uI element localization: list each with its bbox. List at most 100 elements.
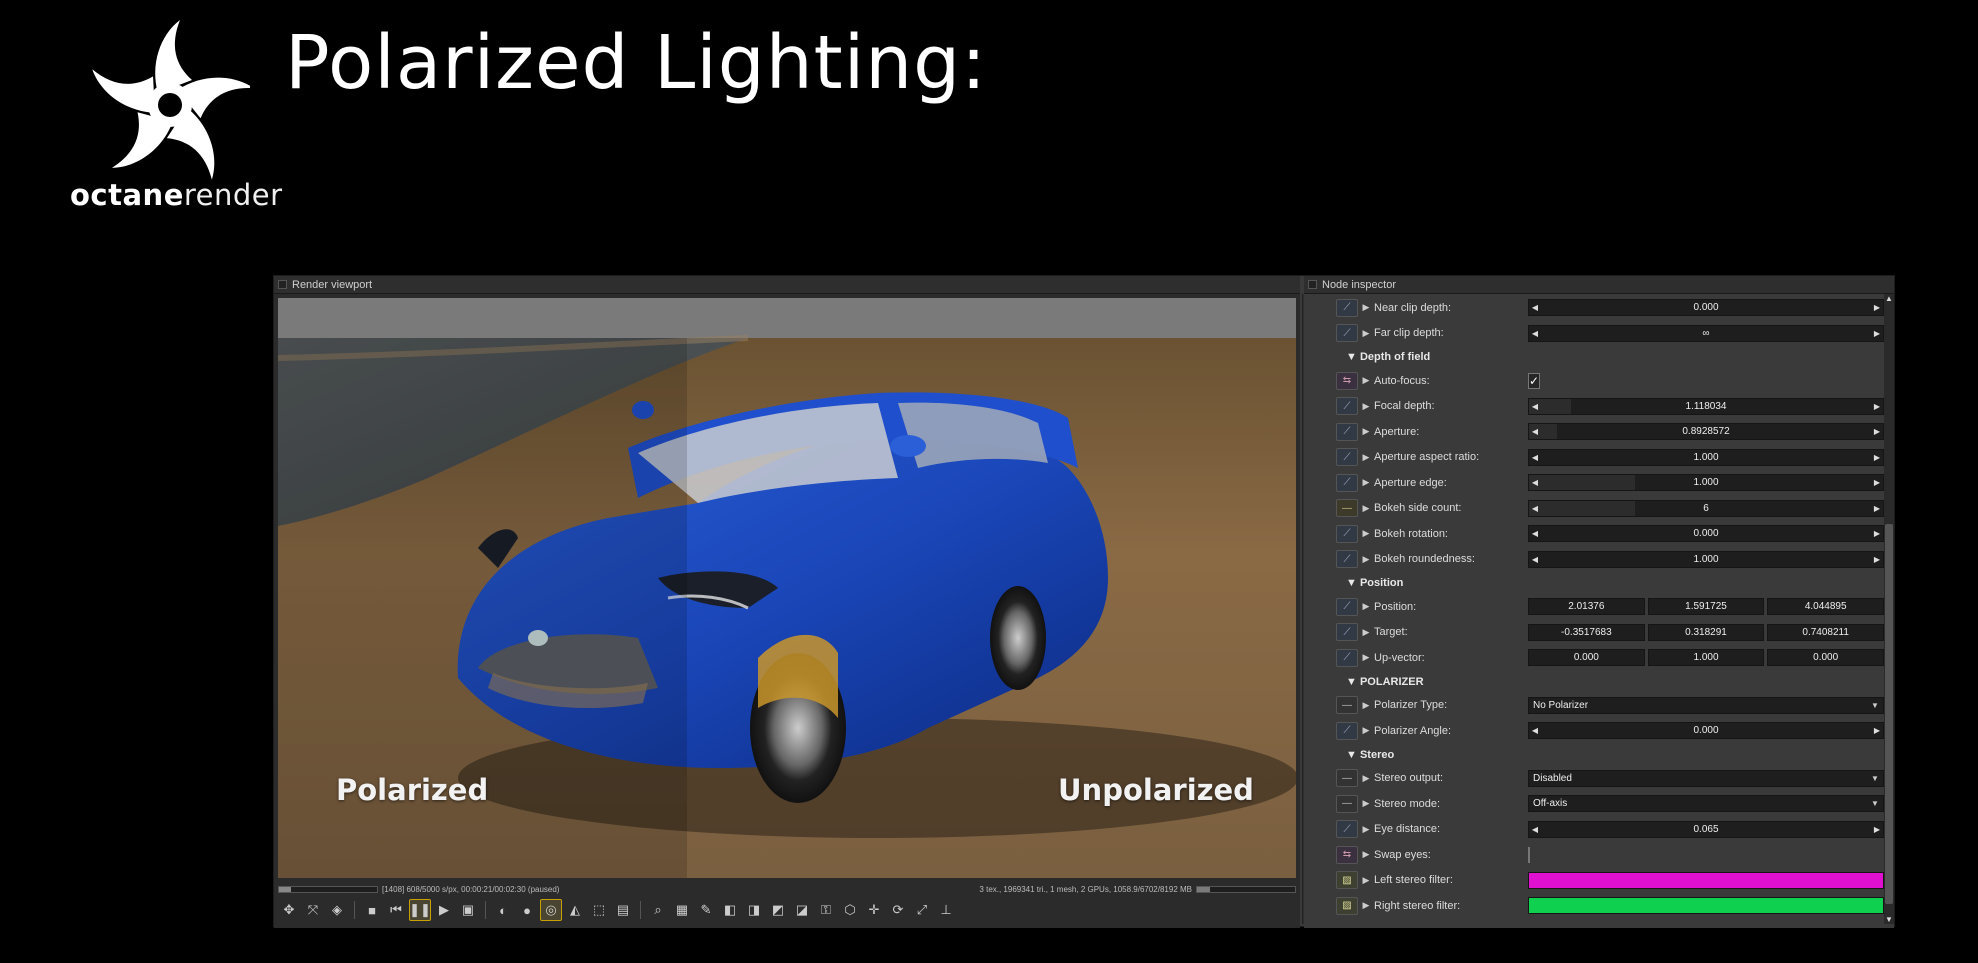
move-gizmo-icon[interactable]: ✛ <box>863 899 885 921</box>
aperture-aspect-ratio-slider[interactable]: ◀ 1.000 ▶ <box>1528 448 1884 466</box>
pause-render-icon[interactable]: ❚❚ <box>409 899 431 921</box>
camera-target-picker-icon[interactable]: ◩ <box>767 899 789 921</box>
expand-arrow-icon[interactable]: ▶ <box>1358 528 1374 539</box>
bokeh-side-count-slider[interactable]: ◀ 6 ▶ <box>1528 499 1884 517</box>
panel-close-box[interactable] <box>1308 280 1317 289</box>
near-clip-depth-slider[interactable]: ◀ 0.000 ▶ <box>1528 299 1884 317</box>
expand-arrow-icon[interactable]: ▶ <box>1358 503 1374 514</box>
color-picker-icon[interactable]: ● <box>516 899 538 921</box>
decrement-arrow-icon[interactable]: ◀ <box>1529 825 1541 834</box>
expand-arrow-icon[interactable]: ▶ <box>1358 824 1374 835</box>
subsample-icon[interactable]: ◎ <box>540 899 562 921</box>
pin-icon[interactable]: ⟋ <box>1336 597 1358 616</box>
decrement-arrow-icon[interactable]: ◀ <box>1529 303 1541 312</box>
pin-icon[interactable]: ⟋ <box>1336 324 1358 343</box>
scale-gizmo-icon[interactable]: ⤢ <box>911 899 933 921</box>
increment-arrow-icon[interactable]: ▶ <box>1871 453 1883 462</box>
render-canvas[interactable]: Polarized Unpolarized <box>278 298 1296 878</box>
pin-icon[interactable]: — <box>1336 499 1358 518</box>
pin-icon[interactable]: ⟋ <box>1336 448 1358 467</box>
pin-icon[interactable]: ⟋ <box>1336 524 1358 543</box>
pin-icon[interactable]: ⟋ <box>1336 473 1358 492</box>
pin-icon[interactable]: ⟋ <box>1336 397 1358 416</box>
swap-eyes-checkbox[interactable] <box>1528 847 1530 864</box>
pin-icon[interactable]: — <box>1336 794 1358 813</box>
increment-arrow-icon[interactable]: ▶ <box>1871 427 1883 436</box>
focal-depth-slider[interactable]: ◀ 1.118034 ▶ <box>1528 397 1884 415</box>
decrement-arrow-icon[interactable]: ◀ <box>1529 726 1541 735</box>
expand-arrow-icon[interactable]: ▶ <box>1358 426 1374 437</box>
stereo-output-dropdown[interactable]: Disabled ▼ <box>1528 769 1884 787</box>
increment-arrow-icon[interactable]: ▶ <box>1871 529 1883 538</box>
expand-arrow-icon[interactable]: ▶ <box>1358 554 1374 565</box>
aperture-slider[interactable]: ◀ 0.8928572 ▶ <box>1528 423 1884 441</box>
decrement-arrow-icon[interactable]: ◀ <box>1529 427 1541 436</box>
expand-arrow-icon[interactable]: ▶ <box>1358 375 1374 386</box>
axis-gizmo-icon[interactable]: ⊥ <box>935 899 957 921</box>
save-render-icon[interactable]: ▦ <box>671 899 693 921</box>
decal-icon[interactable]: ◭ <box>564 899 586 921</box>
decrement-arrow-icon[interactable]: ◀ <box>1529 504 1541 513</box>
pin-icon[interactable]: ⟋ <box>1336 550 1358 569</box>
increment-arrow-icon[interactable]: ▶ <box>1871 303 1883 312</box>
pin-icon[interactable]: ⇆ <box>1336 845 1358 864</box>
pin-icon[interactable]: ⟋ <box>1336 623 1358 642</box>
region-render-icon[interactable]: ⬚ <box>588 899 610 921</box>
target-z-field[interactable]: 0.7408211 <box>1767 623 1884 641</box>
rotate-gizmo-icon[interactable]: ⟳ <box>887 899 909 921</box>
section-depth-of-field[interactable]: ▼ Depth of field <box>1336 346 1884 368</box>
restart-render-icon[interactable]: ⏮ <box>385 899 407 921</box>
position-x-field[interactable]: 2.01376 <box>1528 598 1645 616</box>
increment-arrow-icon[interactable]: ▶ <box>1871 555 1883 564</box>
stop-render-icon[interactable]: ■ <box>361 899 383 921</box>
decrement-arrow-icon[interactable]: ◀ <box>1529 555 1541 564</box>
expand-arrow-icon[interactable]: ▶ <box>1358 452 1374 463</box>
expand-arrow-icon[interactable]: ▶ <box>1358 652 1374 663</box>
zoom-icon[interactable]: ⌕ <box>647 899 669 921</box>
expand-arrow-icon[interactable]: ▶ <box>1358 477 1374 488</box>
material-picker-icon[interactable]: ◧ <box>719 899 741 921</box>
pin-icon[interactable]: ⟋ <box>1336 721 1358 740</box>
up-vector-x-field[interactable]: 0.000 <box>1528 649 1645 667</box>
expand-arrow-icon[interactable]: ▶ <box>1358 328 1374 339</box>
auto-focus-checkbox[interactable]: ✓ <box>1528 373 1541 390</box>
pin-icon[interactable]: — <box>1336 696 1358 715</box>
pin-icon[interactable]: ⟋ <box>1336 648 1358 667</box>
reset-camera-icon[interactable]: ⤧ <box>302 899 324 921</box>
expand-arrow-icon[interactable]: ▶ <box>1358 627 1374 638</box>
stereo-mode-dropdown[interactable]: Off-axis ▼ <box>1528 795 1884 813</box>
increment-arrow-icon[interactable]: ▶ <box>1871 478 1883 487</box>
expand-arrow-icon[interactable]: ▶ <box>1358 900 1374 911</box>
film-region-icon[interactable]: ▤ <box>612 899 634 921</box>
expand-arrow-icon[interactable]: ▶ <box>1358 773 1374 784</box>
lock-icon[interactable]: ⚿ <box>815 899 837 921</box>
scroll-down-icon[interactable]: ▼ <box>1885 915 1893 924</box>
bokeh-rotation-slider[interactable]: ◀ 0.000 ▶ <box>1528 525 1884 543</box>
expand-arrow-icon[interactable]: ▶ <box>1358 875 1374 886</box>
decrement-arrow-icon[interactable]: ◀ <box>1529 453 1541 462</box>
recenter-view-icon[interactable]: ✥ <box>278 899 300 921</box>
expand-arrow-icon[interactable]: ▶ <box>1358 700 1374 711</box>
aperture-edge-slider[interactable]: ◀ 1.000 ▶ <box>1528 474 1884 492</box>
realtime-render-icon[interactable]: ▣ <box>457 899 479 921</box>
increment-arrow-icon[interactable]: ▶ <box>1871 329 1883 338</box>
picker-tool-icon[interactable]: ✎ <box>695 899 717 921</box>
scrollbar-thumb[interactable] <box>1885 524 1893 904</box>
scroll-up-icon[interactable]: ▲ <box>1885 294 1893 303</box>
polarizer-angle-slider[interactable]: ◀ 0.000 ▶ <box>1528 722 1884 740</box>
decrement-arrow-icon[interactable]: ◀ <box>1529 402 1541 411</box>
right-stereo-filter-swatch[interactable] <box>1528 897 1884 915</box>
pin-icon[interactable]: ▨ <box>1336 896 1358 915</box>
expand-arrow-icon[interactable]: ▶ <box>1358 601 1374 612</box>
up-vector-z-field[interactable]: 0.000 <box>1767 649 1884 667</box>
cube-view-icon[interactable]: ⬡ <box>839 899 861 921</box>
start-render-icon[interactable]: ▶ <box>433 899 455 921</box>
increment-arrow-icon[interactable]: ▶ <box>1871 825 1883 834</box>
decrement-arrow-icon[interactable]: ◀ <box>1529 478 1541 487</box>
pin-icon[interactable]: ⟋ <box>1336 422 1358 441</box>
section-stereo[interactable]: ▼ Stereo <box>1336 744 1884 766</box>
expand-arrow-icon[interactable]: ▶ <box>1358 798 1374 809</box>
decrement-arrow-icon[interactable]: ◀ <box>1529 529 1541 538</box>
position-z-field[interactable]: 4.044895 <box>1767 598 1884 616</box>
far-clip-depth-slider[interactable]: ◀ ∞ ▶ <box>1528 324 1884 342</box>
